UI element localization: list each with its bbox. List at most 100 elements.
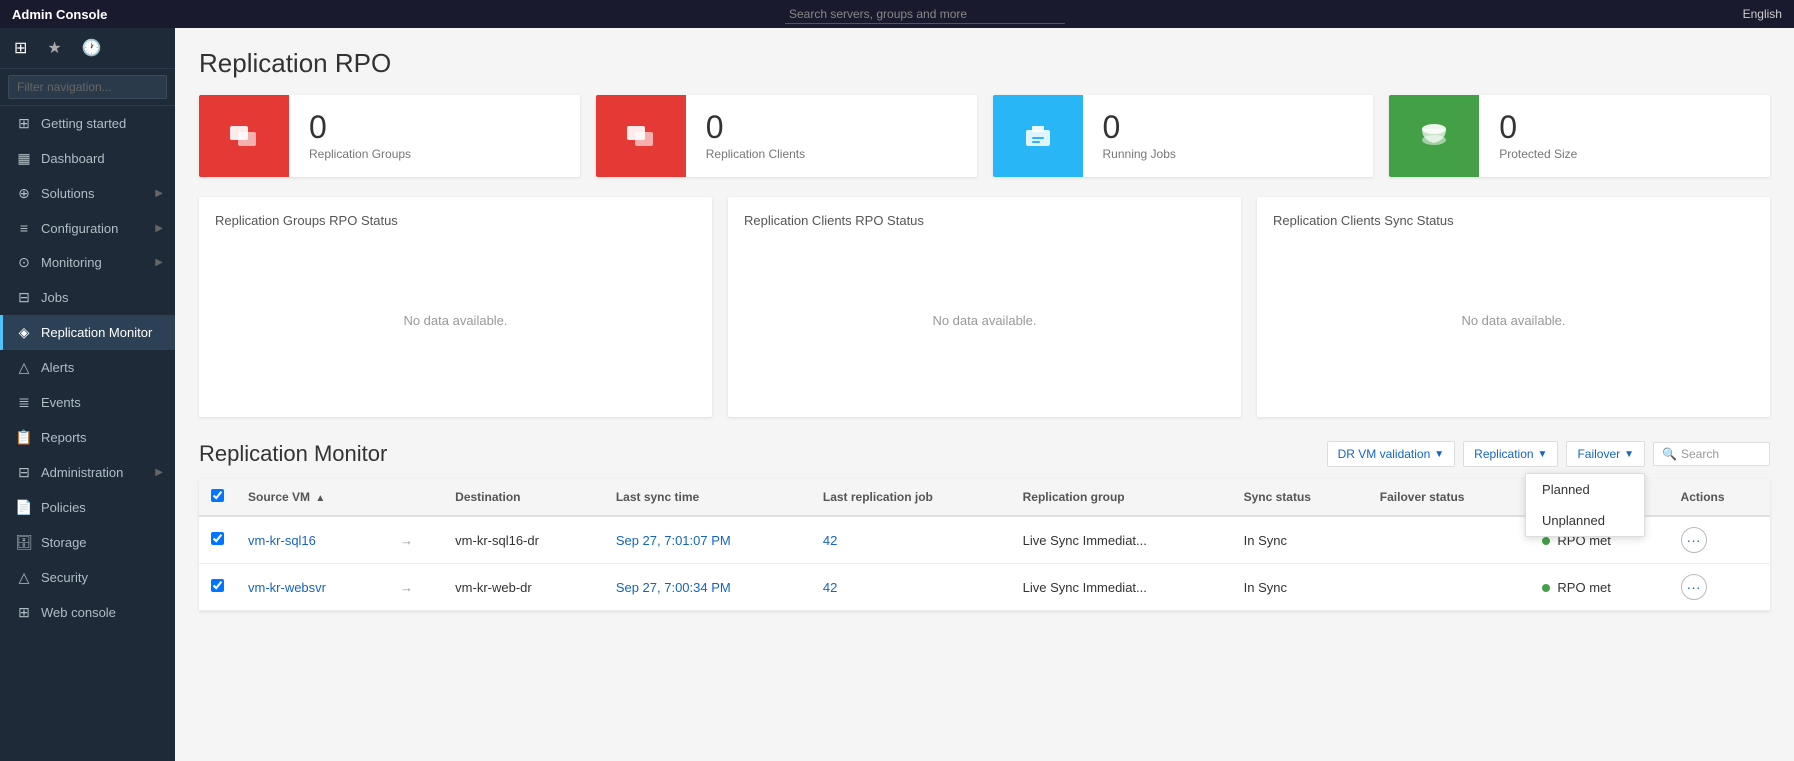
sidebar-filter-input[interactable] bbox=[8, 75, 167, 99]
rpo-chart-clients-title: Replication Clients RPO Status bbox=[744, 213, 1225, 228]
row2-rpo-dot bbox=[1542, 584, 1550, 592]
replication-clients-number: 0 bbox=[706, 111, 805, 143]
sidebar-label-getting-started: Getting started bbox=[41, 116, 126, 131]
dr-vm-validation-arrow: ▼ bbox=[1434, 449, 1444, 460]
row1-rpo-dot bbox=[1542, 537, 1550, 545]
stat-card-replication-clients[interactable]: 0 Replication Clients bbox=[596, 95, 977, 177]
stat-card-replication-groups[interactable]: 0 Replication Groups bbox=[199, 95, 580, 177]
row2-actions[interactable]: ··· bbox=[1669, 564, 1770, 611]
col-failover-status: Failover status bbox=[1368, 479, 1530, 516]
row1-source-vm-link[interactable]: vm-kr-sql16 bbox=[248, 533, 316, 548]
row2-last-replication-job: 42 bbox=[811, 564, 1011, 611]
col-source-vm[interactable]: Source VM ▲ bbox=[236, 479, 388, 516]
failover-unplanned-option[interactable]: Unplanned bbox=[1526, 505, 1644, 536]
sidebar-item-administration[interactable]: ⊟ Administration ▶ bbox=[0, 455, 175, 490]
replication-filter-container: Replication ▼ bbox=[1463, 441, 1558, 467]
section-actions: DR VM validation ▼ Replication ▼ Failove… bbox=[1327, 441, 1770, 467]
running-jobs-number: 0 bbox=[1103, 111, 1176, 143]
replication-filter[interactable]: Replication ▼ bbox=[1463, 441, 1558, 467]
monitoring-icon: ⊙ bbox=[15, 254, 33, 271]
rpo-chart-sync-title: Replication Clients Sync Status bbox=[1273, 213, 1754, 228]
sidebar-icon-row: ⊞ ★ 🕐 bbox=[0, 28, 175, 69]
sidebar-item-events[interactable]: ≣ Events bbox=[0, 385, 175, 420]
sidebar-filter[interactable] bbox=[0, 69, 175, 106]
row2-job-link[interactable]: 42 bbox=[823, 580, 837, 595]
replication-clients-content: 0 Replication Clients bbox=[686, 95, 825, 177]
web-console-icon: ⊞ bbox=[15, 604, 33, 621]
row2-direction-icon: → bbox=[400, 580, 413, 595]
sidebar-item-getting-started[interactable]: ⊞ Getting started bbox=[0, 106, 175, 141]
sidebar-item-storage[interactable]: 🗄 Storage bbox=[0, 525, 175, 560]
row1-actions[interactable]: ··· bbox=[1669, 516, 1770, 564]
policies-icon: 📄 bbox=[15, 499, 33, 516]
rpo-chart-groups-nodata: No data available. bbox=[403, 313, 507, 328]
monitor-section-header: Replication Monitor DR VM validation ▼ R… bbox=[199, 441, 1770, 467]
alerts-icon: △ bbox=[15, 359, 33, 376]
sidebar-grid-icon[interactable]: ⊞ bbox=[10, 36, 31, 60]
row2-checkbox[interactable] bbox=[199, 564, 236, 611]
row1-sync-status: In Sync bbox=[1232, 516, 1368, 564]
sidebar-label-policies: Policies bbox=[41, 500, 86, 515]
stat-card-running-jobs[interactable]: 0 Running Jobs bbox=[993, 95, 1374, 177]
row1-sync-time-link[interactable]: Sep 27, 7:01:07 PM bbox=[616, 533, 731, 548]
rpo-chart-clients-body: No data available. bbox=[744, 240, 1225, 400]
monitor-search-input[interactable] bbox=[1681, 447, 1761, 461]
col-checkbox bbox=[199, 479, 236, 516]
sidebar-label-storage: Storage bbox=[41, 535, 87, 550]
language-selector[interactable]: English bbox=[1743, 7, 1782, 21]
page-title: Replication RPO bbox=[199, 48, 1770, 79]
replication-filter-label: Replication bbox=[1474, 447, 1533, 461]
rpo-chart-groups: Replication Groups RPO Status No data av… bbox=[199, 197, 712, 417]
getting-started-icon: ⊞ bbox=[15, 115, 33, 132]
row1-select[interactable] bbox=[211, 532, 224, 545]
col-arrow bbox=[388, 479, 443, 516]
configuration-expand-icon: ▶ bbox=[155, 223, 163, 234]
row2-select[interactable] bbox=[211, 579, 224, 592]
sidebar-item-policies[interactable]: 📄 Policies bbox=[0, 490, 175, 525]
row2-actions-button[interactable]: ··· bbox=[1681, 574, 1707, 600]
sidebar-item-configuration[interactable]: ≡ Configuration ▶ bbox=[0, 211, 175, 245]
row2-source-vm-link[interactable]: vm-kr-websvr bbox=[248, 580, 326, 595]
failover-filter[interactable]: Failover ▼ bbox=[1566, 441, 1645, 467]
monitor-search-box[interactable]: 🔍 bbox=[1653, 442, 1770, 466]
search-icon: 🔍 bbox=[1662, 447, 1677, 461]
row2-sync-time-link[interactable]: Sep 27, 7:00:34 PM bbox=[616, 580, 731, 595]
sidebar-item-reports[interactable]: 📋 Reports bbox=[0, 420, 175, 455]
sidebar: ⊞ ★ 🕐 ⊞ Getting started ▦ Dashboard ⊕ So… bbox=[0, 28, 175, 761]
select-all-checkbox[interactable] bbox=[211, 489, 224, 502]
stat-card-protected-size[interactable]: 0 Protected Size bbox=[1389, 95, 1770, 177]
failover-planned-option[interactable]: Planned bbox=[1526, 474, 1644, 505]
sidebar-history-icon[interactable]: 🕐 bbox=[78, 36, 106, 60]
sidebar-item-web-console[interactable]: ⊞ Web console bbox=[0, 595, 175, 630]
sidebar-label-dashboard: Dashboard bbox=[41, 151, 105, 166]
row1-job-link[interactable]: 42 bbox=[823, 533, 837, 548]
sidebar-item-solutions[interactable]: ⊕ Solutions ▶ bbox=[0, 176, 175, 211]
table-row: vm-kr-websvr → vm-kr-web-dr Sep 27, 7:00… bbox=[199, 564, 1770, 611]
row1-source-vm: vm-kr-sql16 bbox=[236, 516, 388, 564]
sidebar-item-replication-monitor[interactable]: ◈ Replication Monitor bbox=[0, 315, 175, 350]
sidebar-item-security[interactable]: △ Security bbox=[0, 560, 175, 595]
sidebar-item-jobs[interactable]: ⊟ Jobs bbox=[0, 280, 175, 315]
dr-vm-validation-filter[interactable]: DR VM validation ▼ bbox=[1327, 441, 1456, 467]
row1-arrow: → bbox=[388, 516, 443, 564]
main-layout: ⊞ ★ 🕐 ⊞ Getting started ▦ Dashboard ⊕ So… bbox=[0, 28, 1794, 761]
replication-groups-content: 0 Replication Groups bbox=[289, 95, 431, 177]
global-search[interactable] bbox=[785, 5, 1065, 24]
rpo-chart-clients-nodata: No data available. bbox=[932, 313, 1036, 328]
row1-checkbox[interactable] bbox=[199, 516, 236, 564]
replication-clients-label: Replication Clients bbox=[706, 147, 805, 161]
sidebar-star-icon[interactable]: ★ bbox=[43, 36, 65, 60]
sidebar-item-monitoring[interactable]: ⊙ Monitoring ▶ bbox=[0, 245, 175, 280]
sidebar-item-alerts[interactable]: △ Alerts bbox=[0, 350, 175, 385]
row2-sync-status: In Sync bbox=[1232, 564, 1368, 611]
replication-clients-icon bbox=[596, 95, 686, 177]
col-replication-group: Replication group bbox=[1011, 479, 1232, 516]
rpo-chart-groups-title: Replication Groups RPO Status bbox=[215, 213, 696, 228]
protected-size-number: 0 bbox=[1499, 111, 1577, 143]
rpo-chart-clients: Replication Clients RPO Status No data a… bbox=[728, 197, 1241, 417]
row1-actions-button[interactable]: ··· bbox=[1681, 527, 1707, 553]
col-last-sync-time: Last sync time bbox=[604, 479, 811, 516]
jobs-icon: ⊟ bbox=[15, 289, 33, 306]
sidebar-item-dashboard[interactable]: ▦ Dashboard bbox=[0, 141, 175, 176]
global-search-input[interactable] bbox=[785, 5, 1065, 24]
